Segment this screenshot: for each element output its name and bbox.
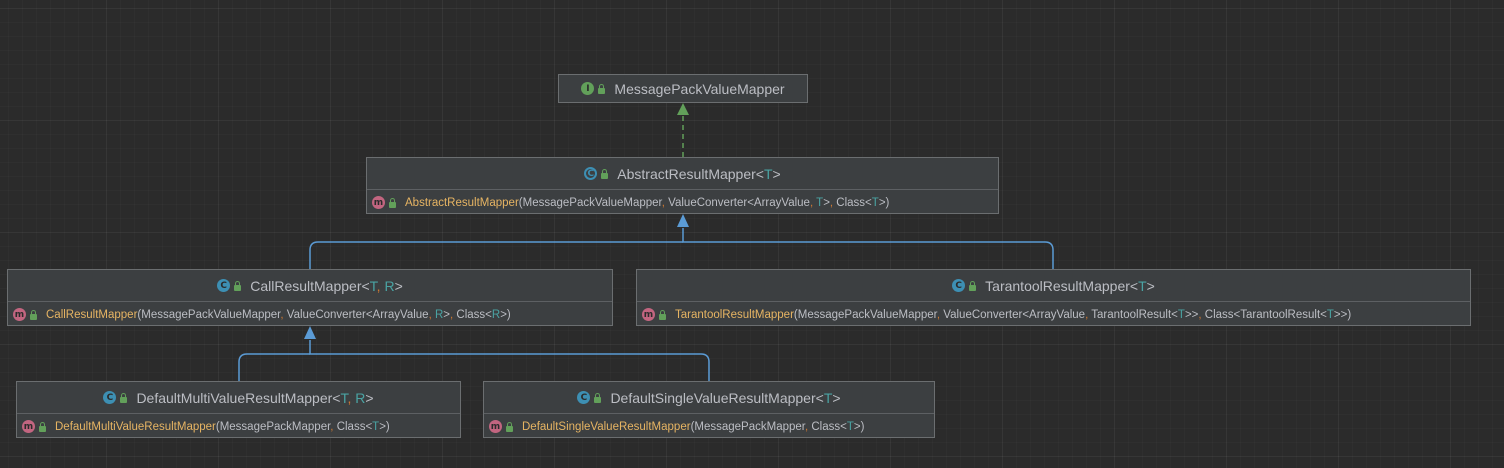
interface-icon: I (581, 82, 595, 95)
constructor-row[interactable]: m AbstractResultMapper (MessagePackValue… (367, 189, 998, 215)
text-segment: (MessagePackValueMapper (793, 308, 937, 321)
text-segment: >) (500, 308, 511, 321)
constructor-row[interactable]: m DefaultMultiValueResultMapper (Message… (17, 413, 460, 439)
type-parameter: T (1138, 277, 1147, 294)
method-params: (MessagePackValueMapper, ValueConverter<… (794, 309, 1351, 321)
text-segment: DefaultMultiValueResultMapper< (136, 389, 341, 406)
method-params: (MessagePackValueMapper, ValueConverter<… (137, 309, 510, 321)
public-lock-icon (506, 421, 513, 432)
node-default-single-value-result-mapper[interactable]: C DefaultSingleValueResultMapper<T> m De… (483, 381, 935, 438)
public-lock-icon (598, 83, 606, 94)
text-segment: Class< (456, 308, 492, 321)
method-name: DefaultMultiValueResultMapper (55, 420, 216, 433)
type-parameter: R (355, 389, 366, 406)
text-segment: > (772, 165, 781, 182)
method-name: AbstractResultMapper (405, 196, 519, 209)
extends-edge-single (309, 340, 710, 381)
text-segment: Class< (836, 196, 872, 209)
method-params: (MessagePackMapper, Class<T>) (691, 421, 865, 433)
node-title: DefaultMultiValueResultMapper<T, R> (136, 390, 373, 406)
public-lock-icon (601, 168, 609, 179)
text-segment: CallResultMapper< (250, 277, 370, 294)
type-parameter: T (1326, 308, 1334, 321)
public-lock-icon (234, 280, 242, 291)
text-segment: TarantoolResultMapper< (985, 277, 1139, 294)
text-segment: ValueConverter<ArrayValue (286, 308, 429, 321)
text-segment: AbstractResultMapper< (617, 165, 764, 182)
public-lock-icon (389, 197, 396, 208)
node-abstract-result-mapper[interactable]: C AbstractResultMapper<T> m AbstractResu… (366, 157, 999, 214)
public-lock-icon (969, 280, 977, 291)
public-lock-icon (120, 392, 128, 403)
text-segment: MessagePackValueMapper (614, 80, 785, 97)
text-segment: (MessagePackValueMapper (137, 308, 281, 321)
text-segment: >) (878, 196, 890, 209)
extends-edge-call (309, 241, 683, 269)
text-segment: > (365, 389, 374, 406)
type-parameter: R (384, 277, 395, 294)
type-parameter: T (369, 277, 377, 294)
text-segment: Class< (336, 420, 373, 433)
text-segment: >>) (1333, 308, 1352, 321)
node-title: TarantoolResultMapper<T> (985, 278, 1155, 294)
text-segment: > (394, 277, 403, 294)
node-tarantool-result-mapper[interactable]: C TarantoolResultMapper<T> m TarantoolRe… (636, 269, 1471, 326)
public-lock-icon (594, 392, 602, 403)
class-icon: C (577, 391, 591, 404)
method-icon: m (642, 308, 655, 321)
class-icon: C (217, 279, 231, 292)
node-title: CallResultMapper<T, R> (250, 278, 403, 294)
node-title: MessagePackValueMapper (614, 81, 784, 97)
method-icon: m (13, 308, 26, 321)
text-segment: (MessagePackMapper (215, 420, 331, 433)
type-parameter: T (871, 196, 879, 209)
type-parameter: R (491, 308, 501, 321)
constructor-row[interactable]: m CallResultMapper (MessagePackValueMapp… (8, 301, 612, 327)
text-segment: > (823, 196, 830, 209)
text-segment: DefaultSingleValueResultMapper< (610, 389, 824, 406)
text-segment: ValueConverter<ArrayValue (943, 308, 1086, 321)
extends-edge-multi (238, 353, 310, 381)
text-segment: Class< (811, 420, 847, 433)
extends-arrowhead-abstract (677, 214, 689, 227)
class-icon: C (103, 391, 117, 404)
node-call-result-mapper[interactable]: C CallResultMapper<T, R> m CallResultMap… (7, 269, 613, 326)
text-segment: >> (1184, 308, 1199, 321)
text-segment: >) (379, 420, 390, 433)
constructor-row[interactable]: m DefaultSingleValueResultMapper (Messag… (484, 413, 934, 439)
method-params: (MessagePackMapper, Class<T>) (216, 421, 390, 433)
public-lock-icon (659, 309, 666, 320)
node-message-pack-value-mapper[interactable]: I MessagePackValueMapper (558, 74, 808, 103)
public-lock-icon (39, 421, 46, 432)
method-icon: m (372, 196, 385, 209)
public-lock-icon (30, 309, 37, 320)
extends-edge-tarantool (682, 228, 1054, 269)
method-name: DefaultSingleValueResultMapper (522, 420, 691, 433)
implements-arrowhead (677, 103, 689, 115)
text-segment: > (443, 308, 451, 321)
method-name: TarantoolResultMapper (675, 308, 794, 321)
type-parameter: T (763, 165, 773, 182)
method-name: CallResultMapper (46, 308, 138, 321)
text-segment: >) (853, 420, 865, 433)
text-segment: ValueConverter<ArrayValue (668, 196, 810, 209)
text-segment: > (1146, 277, 1155, 294)
type-parameter: T (1177, 308, 1185, 321)
constructor-row[interactable]: m TarantoolResultMapper (MessagePackValu… (637, 301, 1470, 327)
text-segment: Class<TarantoolResult< (1204, 308, 1327, 321)
method-params: (MessagePackValueMapper, ValueConverter<… (519, 197, 890, 209)
text-segment: TarantoolResult< (1091, 308, 1178, 321)
extends-arrowhead-call (304, 326, 316, 339)
type-parameter: T (846, 420, 854, 433)
text-segment: > (832, 389, 841, 406)
node-title: DefaultSingleValueResultMapper<T> (610, 390, 840, 406)
node-default-multi-value-result-mapper[interactable]: C DefaultMultiValueResultMapper<T, R> m … (16, 381, 461, 438)
class-icon: C (952, 279, 966, 292)
text-segment: (MessagePackValueMapper (518, 196, 662, 209)
node-title: AbstractResultMapper<T> (617, 166, 780, 182)
method-icon: m (22, 420, 35, 433)
abstract-class-icon: C (584, 167, 598, 180)
text-segment: (MessagePackMapper (690, 420, 805, 433)
method-icon: m (489, 420, 502, 433)
